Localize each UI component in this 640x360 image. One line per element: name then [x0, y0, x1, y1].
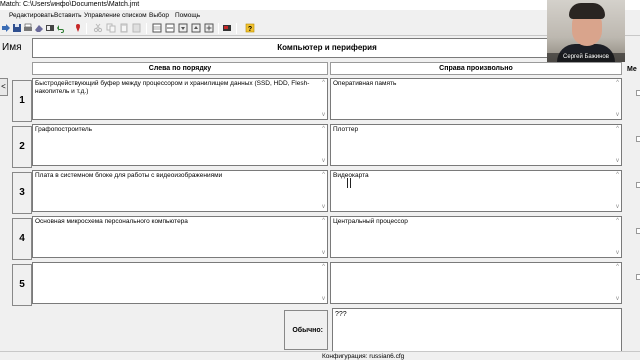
- webcam-caption: Сергей Бажинов: [547, 53, 625, 62]
- insert-row-icon[interactable]: [152, 23, 162, 33]
- menu-list-management[interactable]: Управление списком: [84, 12, 147, 19]
- window-title: Match: C:\Users\инфо\Documents\Match.jmt: [0, 1, 140, 8]
- row-checkbox[interactable]: [636, 90, 640, 96]
- toolbar-separator: [218, 23, 219, 34]
- menu-select[interactable]: Выбор: [149, 12, 169, 19]
- right-cell-text: Оперативная память: [333, 80, 397, 87]
- toolbar: ?: [0, 21, 640, 36]
- right-cell[interactable]: Центральный процессор: [330, 216, 622, 258]
- left-cell-text: Основная микросхема персонального компью…: [35, 218, 188, 225]
- menu-edit[interactable]: Редактировать: [9, 12, 54, 19]
- row-number: 4: [12, 218, 32, 260]
- row-checkbox[interactable]: [636, 228, 640, 234]
- toggle-icon[interactable]: [45, 23, 55, 33]
- right-column-header: Справа произвольно: [330, 62, 622, 75]
- cell-scrollbar[interactable]: [319, 171, 327, 211]
- cell-scrollbar[interactable]: [319, 79, 327, 119]
- toolbar-separator: [86, 23, 87, 34]
- cell-scrollbar[interactable]: [319, 125, 327, 165]
- left-cell[interactable]: Плата в системном блоке для работы с вид…: [32, 170, 328, 212]
- right-cell[interactable]: Оперативная память: [330, 78, 622, 120]
- arrow-right-icon[interactable]: [1, 23, 11, 33]
- side-collapse-button[interactable]: <: [0, 78, 8, 96]
- right-cell-text: Плоттер: [333, 126, 359, 133]
- left-column-header: Слева по порядку: [32, 62, 328, 75]
- left-cell[interactable]: Графопостроитель: [32, 124, 328, 166]
- paste-icon[interactable]: [119, 23, 129, 33]
- cut-icon[interactable]: [93, 23, 103, 33]
- add-icon[interactable]: [204, 23, 214, 33]
- title-bar: Match: C:\Users\инфо\Documents\Match.jmt: [0, 0, 640, 10]
- config-status: Конфигурация: russian6.cfg: [322, 353, 405, 360]
- cell-scrollbar[interactable]: [613, 171, 621, 211]
- image-icon[interactable]: [222, 23, 232, 33]
- row-checkbox[interactable]: [636, 274, 640, 280]
- cell-scrollbar[interactable]: [319, 217, 327, 257]
- right-cell[interactable]: Видеокарта: [330, 170, 622, 212]
- left-cell[interactable]: Быстродействующий буфер между процессоро…: [32, 78, 328, 120]
- paste-special-icon[interactable]: [132, 23, 142, 33]
- help-icon[interactable]: ?: [245, 23, 255, 33]
- pin-icon[interactable]: [73, 23, 83, 33]
- cell-scrollbar[interactable]: [613, 263, 621, 303]
- move-up-icon[interactable]: [191, 23, 201, 33]
- cell-scrollbar[interactable]: [613, 125, 621, 165]
- svg-text:?: ?: [248, 26, 252, 33]
- usually-field[interactable]: ???: [332, 308, 622, 352]
- print-icon[interactable]: [23, 23, 33, 33]
- cell-scrollbar[interactable]: [319, 263, 327, 303]
- copy-icon[interactable]: [106, 23, 116, 33]
- save-icon[interactable]: [12, 23, 22, 33]
- left-cell-text: Быстродействующий буфер между процессоро…: [35, 80, 310, 95]
- menu-bar: Редактировать Вставить Управление списко…: [0, 10, 640, 21]
- row-checkbox[interactable]: [636, 136, 640, 142]
- row-checkbox[interactable]: [636, 182, 640, 188]
- row-number: 1: [12, 80, 32, 122]
- right-cell[interactable]: [330, 262, 622, 304]
- usually-label: Обычно:: [284, 310, 328, 350]
- webcam-overlay: Сергей Бажинов: [547, 0, 625, 62]
- delete-row-icon[interactable]: [165, 23, 175, 33]
- row-number: 2: [12, 126, 32, 168]
- cell-scrollbar[interactable]: [613, 217, 621, 257]
- right-cell[interactable]: Плоттер: [330, 124, 622, 166]
- left-cell[interactable]: Основная микросхема персонального компью…: [32, 216, 328, 258]
- right-cell-text: Центральный процессор: [333, 218, 408, 225]
- cell-scrollbar[interactable]: [613, 79, 621, 119]
- webcam-person-hair: [569, 3, 605, 19]
- erase-icon[interactable]: [34, 23, 44, 33]
- row-number: 3: [12, 172, 32, 214]
- row-number: 5: [12, 264, 32, 306]
- left-cell[interactable]: [32, 262, 328, 304]
- left-cell-text: Графопостроитель: [35, 126, 93, 133]
- undo-icon[interactable]: [56, 23, 66, 33]
- left-cell-text: Плата в системном блоке для работы с вид…: [35, 172, 223, 179]
- menu-insert[interactable]: Вставить: [54, 12, 82, 19]
- toolbar-separator: [146, 23, 147, 34]
- toolbar-separator: [236, 23, 237, 34]
- extra-column-header: Ме: [627, 66, 637, 73]
- text-cursor-icon: [347, 178, 351, 188]
- menu-help[interactable]: Помощь: [175, 12, 200, 19]
- name-label: Имя: [2, 42, 22, 53]
- status-bar: Конфигурация: russian6.cfg: [0, 351, 640, 360]
- move-down-icon[interactable]: [178, 23, 188, 33]
- name-field[interactable]: Компьютер и периферия: [32, 38, 622, 58]
